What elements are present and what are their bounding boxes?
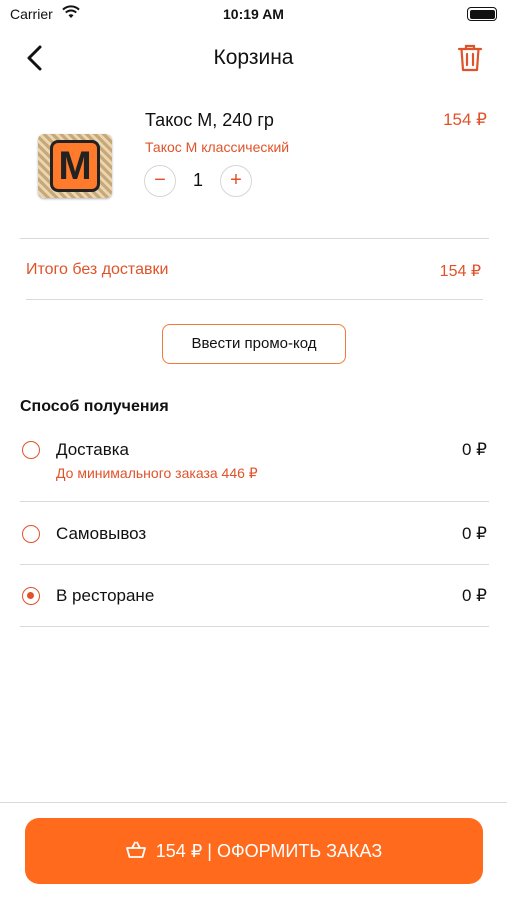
delivery-option-pickup[interactable]: Самовывоз 0 ₽ <box>0 512 507 556</box>
basket-icon <box>125 841 146 859</box>
option-label: Самовывоз <box>56 524 147 543</box>
radio-button-selected[interactable] <box>22 587 40 605</box>
product-variant: Такос М классический <box>145 139 290 155</box>
promo-code-button[interactable]: Ввести промо-код <box>162 324 346 364</box>
checkout-button[interactable]: 154 ₽ | ОФОРМИТЬ ЗАКАЗ <box>25 818 483 884</box>
cart-item: M Такос М, 240 гр 154 ₽ Такос М классиче… <box>0 100 507 220</box>
delivery-option-delivery[interactable]: Доставка 0 ₽ До минимального заказа 446 … <box>0 430 507 500</box>
option-price: 0 ₽ <box>462 586 487 605</box>
divider <box>26 299 483 300</box>
delivery-option-in-restaurant[interactable]: В ресторане 0 ₽ <box>0 574 507 618</box>
battery-icon <box>467 7 497 21</box>
radio-button[interactable] <box>22 525 40 543</box>
clock: 10:19 AM <box>223 6 284 22</box>
option-label: В ресторане <box>56 586 155 605</box>
divider <box>20 564 489 565</box>
checkout-label: 154 ₽ | ОФОРМИТЬ ЗАКАЗ <box>155 841 383 861</box>
minimum-order-note: До минимального заказа 446 ₽ <box>56 465 258 481</box>
radio-selected-dot <box>27 592 34 599</box>
page-title: Корзина <box>213 46 294 69</box>
status-bar: Carrier 10:19 AM <box>0 0 507 28</box>
increase-quantity-button[interactable]: + <box>220 165 252 197</box>
quantity-value: 1 <box>192 170 203 190</box>
radio-button[interactable] <box>22 441 40 459</box>
divider <box>20 626 489 627</box>
trash-icon <box>457 44 483 72</box>
subtotal-value: 154 ₽ <box>439 263 481 280</box>
decrease-quantity-button[interactable]: − <box>144 165 176 197</box>
divider <box>20 501 489 502</box>
product-logo: M <box>50 140 100 192</box>
product-image: M <box>38 134 112 198</box>
clear-cart-button[interactable] <box>455 42 485 74</box>
divider <box>20 238 489 239</box>
option-price: 0 ₽ <box>462 524 487 543</box>
divider <box>0 802 507 803</box>
option-label: Доставка <box>56 440 130 459</box>
nav-bar: Корзина <box>0 36 507 80</box>
product-name: Такос М, 240 гр <box>145 110 274 130</box>
delivery-section-title: Способ получения <box>20 398 169 415</box>
product-price: 154 ₽ <box>443 110 487 129</box>
option-price: 0 ₽ <box>462 440 487 459</box>
subtotal-label: Итого без доставки <box>26 261 169 278</box>
